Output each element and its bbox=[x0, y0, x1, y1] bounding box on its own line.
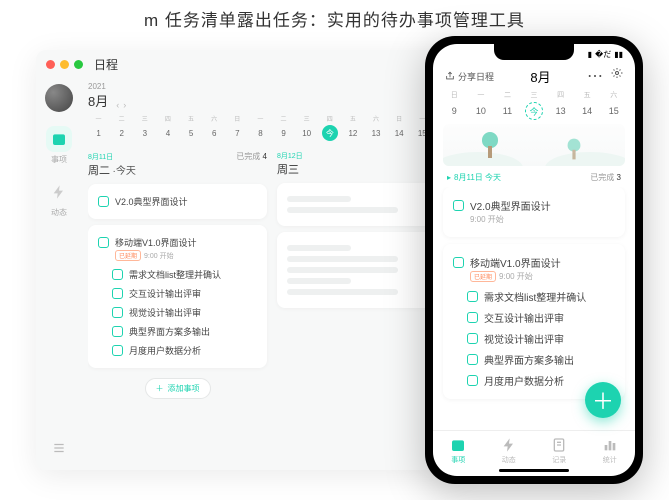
tab-energy[interactable]: 动态 bbox=[501, 437, 517, 465]
tree-icon bbox=[479, 132, 501, 158]
today-indicator[interactable]: ▸ 8月11日 今天 bbox=[447, 172, 501, 183]
calendar-icon bbox=[46, 126, 72, 152]
sidebar-item-energy[interactable]: 动态 bbox=[46, 179, 72, 218]
checkbox-icon[interactable] bbox=[98, 196, 109, 207]
year-label: 2021 bbox=[88, 82, 108, 91]
month-label[interactable]: 8月 bbox=[530, 67, 550, 86]
checkbox-icon[interactable] bbox=[453, 257, 464, 268]
avatar[interactable] bbox=[45, 84, 73, 112]
checkbox-icon[interactable] bbox=[467, 291, 478, 302]
notch bbox=[494, 44, 574, 60]
desktop-window: 日程 事项 动态 2021 bbox=[36, 50, 466, 470]
sidebar-item-label: 事项 bbox=[51, 154, 67, 165]
close-icon[interactable] bbox=[46, 60, 55, 69]
more-icon[interactable]: ⋯ bbox=[587, 66, 603, 86]
task-card[interactable]: V2.0典型界面设计 9:00 开始 bbox=[443, 187, 625, 237]
tab-schedule[interactable]: 事项 bbox=[450, 437, 466, 465]
checkbox-icon[interactable] bbox=[467, 333, 478, 344]
day-column-today: 8月11日 周二 ·今天 已完成 4 V2.0典型界面设计 移动端V1.0界面设… bbox=[88, 151, 267, 460]
task-card[interactable]: 移动端V1.0界面设计 已延期9:00 开始 需求文档list整理并确认 交互设… bbox=[443, 244, 625, 399]
plus-icon: ＋ bbox=[592, 384, 614, 416]
column-date: 8月12日 bbox=[277, 151, 303, 161]
tab-stats[interactable]: 统计 bbox=[602, 437, 618, 465]
calendar-strip[interactable]: 一1 二2 三3 四4 五5 六6 日7 一8 二9 三10 四今 五12 六1… bbox=[88, 114, 456, 141]
battery-icon: ▮▮ bbox=[614, 50, 623, 59]
window-title: 日程 bbox=[94, 56, 118, 73]
sidebar-item-label: 动态 bbox=[51, 207, 67, 218]
checkbox-icon[interactable] bbox=[112, 326, 123, 337]
checkbox-icon[interactable] bbox=[112, 307, 123, 318]
signal-icon: ▮ bbox=[588, 50, 592, 59]
plus-icon: ＋ bbox=[156, 383, 164, 394]
settings-icon[interactable] bbox=[611, 66, 623, 86]
chevron-right-icon[interactable]: › bbox=[123, 100, 126, 110]
overdue-tag: 已延期 bbox=[115, 250, 141, 261]
checkbox-icon[interactable] bbox=[112, 269, 123, 280]
calendar-day-today: 四今 bbox=[319, 114, 340, 141]
home-indicator[interactable] bbox=[499, 469, 569, 472]
column-date: 8月11日 bbox=[88, 152, 136, 162]
task-card[interactable]: V2.0典型界面设计 bbox=[88, 184, 267, 219]
checkbox-icon[interactable] bbox=[467, 312, 478, 323]
bolt-icon bbox=[46, 179, 72, 205]
checkbox-icon[interactable] bbox=[112, 288, 123, 299]
tab-record[interactable]: 记录 bbox=[551, 437, 567, 465]
checkbox-icon[interactable] bbox=[467, 375, 478, 386]
weekday-row: 日 一 二 三 四 五 六 bbox=[433, 90, 635, 100]
menu-icon[interactable] bbox=[51, 441, 67, 460]
month-label: 8月 bbox=[88, 94, 108, 109]
chevron-left-icon[interactable]: ‹ bbox=[116, 100, 119, 110]
done-count: 已完成 4 bbox=[236, 151, 267, 162]
calendar-day-today: 今 bbox=[521, 102, 548, 120]
overdue-tag: 已延期 bbox=[470, 271, 496, 282]
minimize-icon[interactable] bbox=[60, 60, 69, 69]
add-task-button[interactable]: ＋ 添加事项 bbox=[145, 378, 211, 399]
done-count: 已完成 3 bbox=[590, 172, 621, 183]
maximize-icon[interactable] bbox=[74, 60, 83, 69]
tree-icon bbox=[565, 139, 583, 160]
titlebar: 日程 bbox=[36, 50, 466, 78]
page-title: m 任务清单露出任务：实用的待办事项管理工具 bbox=[0, 0, 669, 33]
checkbox-icon[interactable] bbox=[98, 237, 109, 248]
wifi-icon: �だ bbox=[595, 49, 611, 60]
date-row[interactable]: 9 10 11 今 13 14 15 bbox=[433, 100, 635, 120]
illustration bbox=[443, 124, 625, 166]
task-card[interactable]: 移动端V1.0界面设计 已延期9:00 开始 需求文档list整理并确认 交互设… bbox=[88, 225, 267, 368]
sidebar-item-schedule[interactable]: 事项 bbox=[46, 126, 72, 165]
phone-frame: ▮ �だ ▮▮ 分享日程 8月 ⋯ 日 一 二 三 四 五 bbox=[425, 36, 643, 484]
add-fab-button[interactable]: ＋ bbox=[585, 382, 621, 418]
checkbox-icon[interactable] bbox=[112, 345, 123, 356]
checkbox-icon[interactable] bbox=[467, 354, 478, 365]
sidebar-rail: 事项 动态 bbox=[36, 78, 82, 470]
share-button[interactable]: 分享日程 bbox=[445, 70, 494, 83]
month-picker[interactable]: 2021 8月 ‹ › bbox=[88, 82, 456, 110]
chevron-right-icon: ▸ bbox=[447, 173, 451, 182]
checkbox-icon[interactable] bbox=[453, 200, 464, 211]
